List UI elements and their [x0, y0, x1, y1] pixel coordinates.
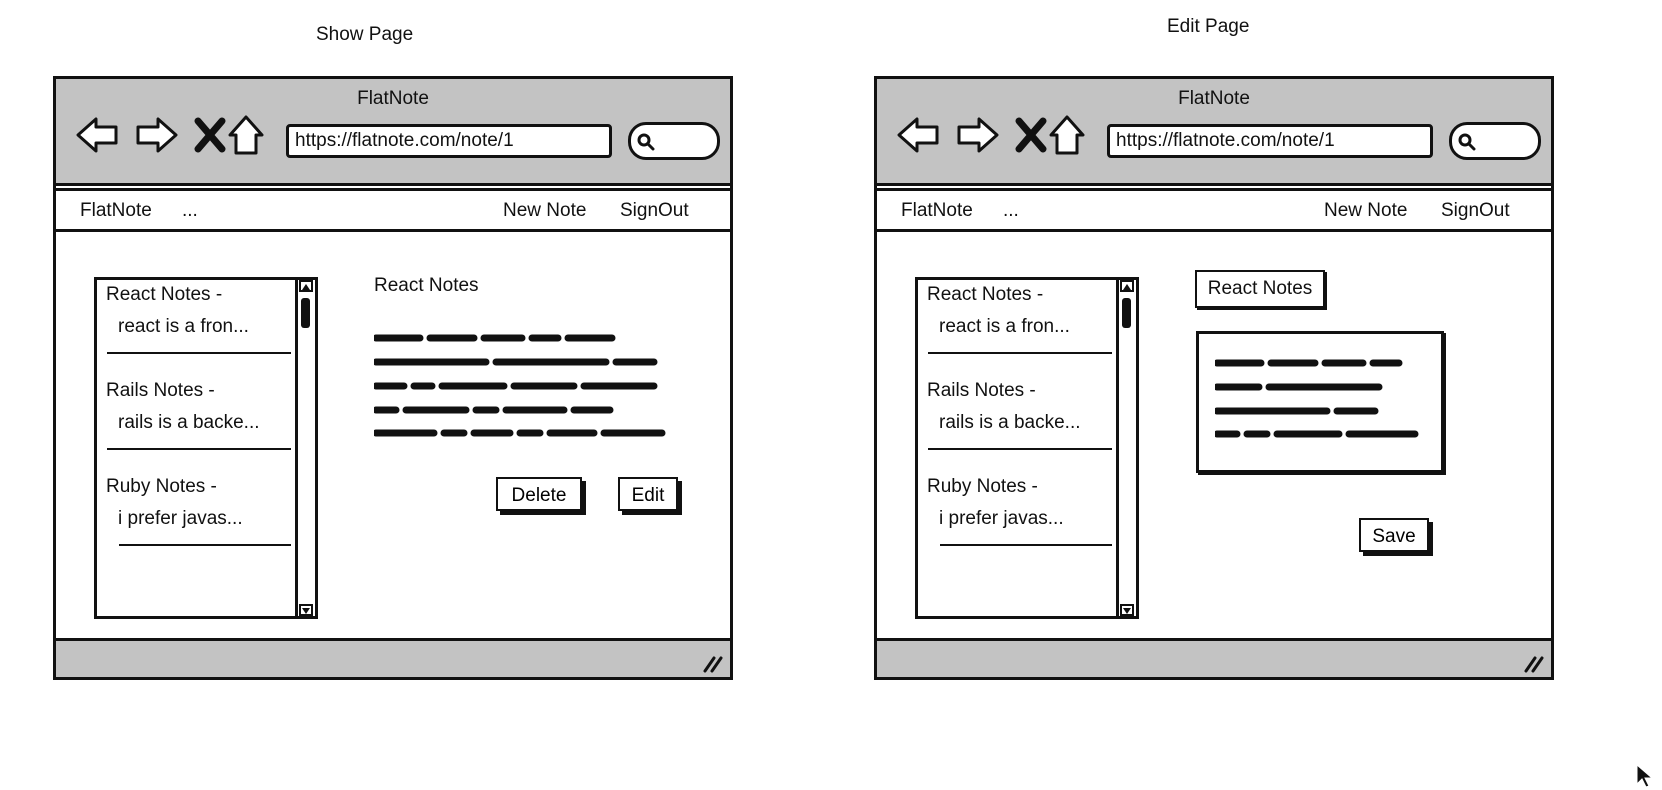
list-item-title: React Notes -	[106, 284, 223, 305]
list-item-preview: i prefer javas...	[118, 508, 243, 529]
new-note-link[interactable]: New Note	[503, 200, 586, 222]
scroll-up-icon[interactable]	[1120, 280, 1134, 292]
browser-chrome: FlatNote https://flatnote.com/note/1	[56, 79, 730, 186]
search-icon	[1458, 133, 1476, 151]
delete-button[interactable]: Delete	[496, 477, 582, 511]
edit-page-caption: Edit Page	[1167, 16, 1250, 37]
note-title: React Notes	[374, 275, 479, 296]
list-item[interactable]: Ruby Notes - i prefer javas...	[97, 472, 293, 552]
notes-list: React Notes - react is a fron... Rails N…	[915, 277, 1139, 619]
list-scrollbar[interactable]	[1116, 280, 1136, 616]
scroll-up-icon[interactable]	[299, 280, 313, 292]
mouse-pointer-icon	[1636, 764, 1654, 788]
list-item-title: Ruby Notes -	[927, 476, 1038, 497]
scroll-down-icon[interactable]	[299, 604, 313, 616]
list-item-preview: rails is a backe...	[939, 412, 1081, 433]
note-title-input[interactable]	[1195, 270, 1325, 308]
list-item-title: Rails Notes -	[106, 380, 215, 401]
browser-search-box[interactable]	[1449, 122, 1541, 160]
list-item-preview: rails is a backe...	[118, 412, 260, 433]
show-page-browser-window: FlatNote https://flatnote.com/note/1 Fla…	[53, 76, 733, 680]
save-button[interactable]: Save	[1359, 518, 1429, 552]
window-title: FlatNote	[1178, 88, 1250, 109]
new-note-link[interactable]: New Note	[1324, 200, 1407, 222]
scribble-text-icon	[374, 334, 666, 437]
list-item-title: Ruby Notes -	[106, 476, 217, 497]
sign-out-link[interactable]: SignOut	[1441, 200, 1510, 222]
list-divider	[107, 352, 291, 354]
back-arrow-icon[interactable]	[895, 111, 943, 159]
forward-arrow-icon[interactable]	[132, 111, 180, 159]
search-icon	[637, 133, 655, 151]
scroll-thumb[interactable]	[1122, 298, 1131, 328]
status-bar	[877, 638, 1551, 677]
resize-grip-icon[interactable]	[1523, 655, 1545, 673]
list-item[interactable]: Rails Notes - rails is a backe...	[918, 376, 1114, 456]
note-body-textarea[interactable]	[1196, 331, 1444, 473]
more-menu[interactable]: ...	[1003, 200, 1019, 222]
brand-link[interactable]: FlatNote	[901, 200, 973, 222]
sign-out-link[interactable]: SignOut	[620, 200, 689, 222]
list-item-preview: react is a fron...	[118, 316, 249, 337]
list-item-preview: i prefer javas...	[939, 508, 1064, 529]
forward-arrow-icon[interactable]	[953, 111, 1001, 159]
list-item-title: Rails Notes -	[927, 380, 1036, 401]
list-item[interactable]: React Notes - react is a fron...	[97, 280, 293, 360]
list-divider	[119, 544, 291, 546]
list-divider	[928, 352, 1112, 354]
list-item-title: React Notes -	[927, 284, 1044, 305]
status-bar	[56, 638, 730, 677]
show-page-caption: Show Page	[316, 24, 414, 45]
scribble-text-icon	[1215, 359, 1419, 438]
resize-grip-icon[interactable]	[702, 655, 724, 673]
list-scrollbar[interactable]	[295, 280, 315, 616]
edit-button[interactable]: Edit	[618, 477, 678, 511]
address-bar[interactable]: https://flatnote.com/note/1	[286, 124, 612, 158]
home-icon[interactable]	[222, 111, 270, 159]
list-item[interactable]: Ruby Notes - i prefer javas...	[918, 472, 1114, 552]
app-menu-bar: FlatNote ... New Note SignOut	[874, 188, 1554, 232]
list-item[interactable]: Rails Notes - rails is a backe...	[97, 376, 293, 456]
list-divider	[940, 544, 1112, 546]
list-item-preview: react is a fron...	[939, 316, 1070, 337]
list-divider	[928, 448, 1112, 450]
list-divider	[107, 448, 291, 450]
browser-chrome: FlatNote https://flatnote.com/note/1	[877, 79, 1551, 186]
scroll-down-icon[interactable]	[1120, 604, 1134, 616]
brand-link[interactable]: FlatNote	[80, 200, 152, 222]
address-bar[interactable]: https://flatnote.com/note/1	[1107, 124, 1433, 158]
list-item[interactable]: React Notes - react is a fron...	[918, 280, 1114, 360]
home-icon[interactable]	[1043, 111, 1091, 159]
more-menu[interactable]: ...	[182, 200, 198, 222]
browser-search-box[interactable]	[628, 122, 720, 160]
edit-page-browser-window: FlatNote https://flatnote.com/note/1 Fla…	[874, 76, 1554, 680]
scroll-thumb[interactable]	[301, 298, 310, 328]
app-menu-bar: FlatNote ... New Note SignOut	[53, 188, 733, 232]
back-arrow-icon[interactable]	[74, 111, 122, 159]
window-title: FlatNote	[357, 88, 429, 109]
notes-list: React Notes - react is a fron... Rails N…	[94, 277, 318, 619]
